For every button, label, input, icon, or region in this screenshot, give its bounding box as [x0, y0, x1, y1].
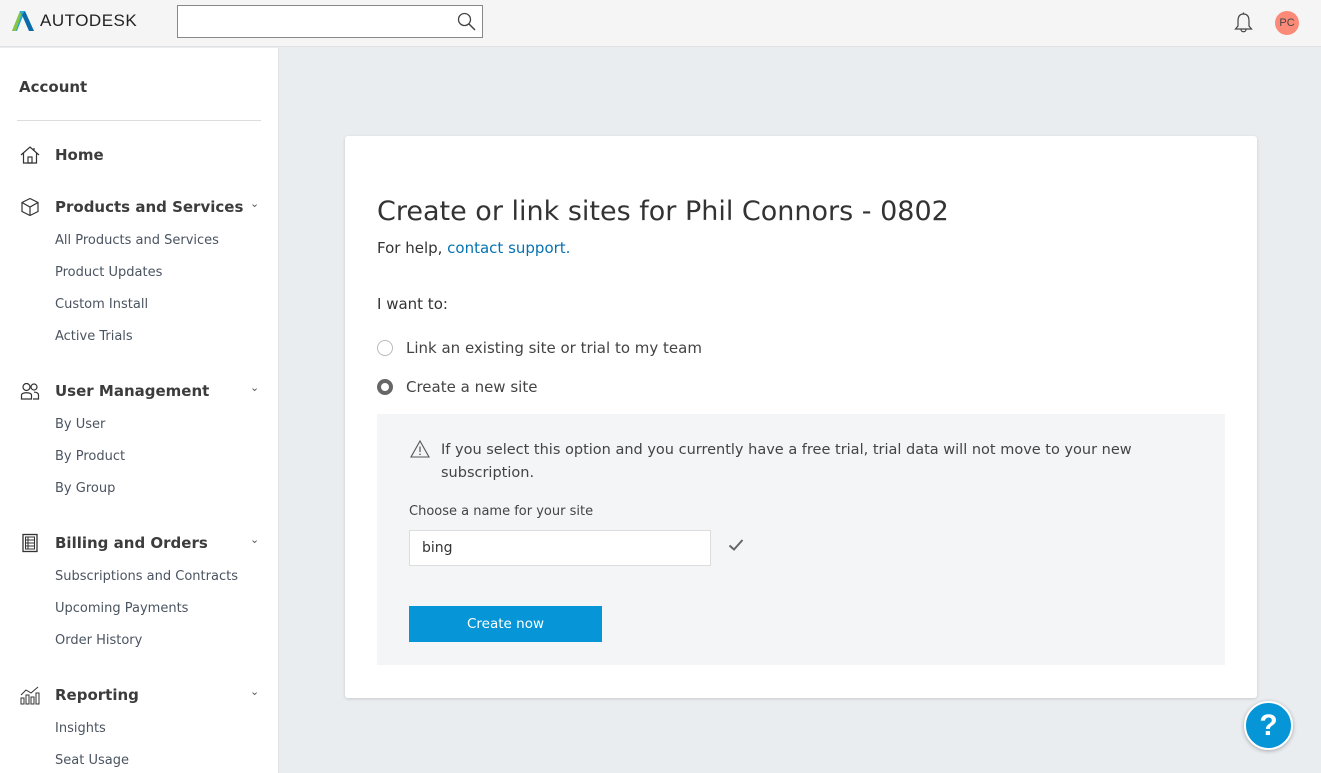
reporting-icon	[20, 686, 40, 705]
search-icon[interactable]	[457, 12, 476, 31]
home-icon	[20, 146, 40, 164]
chevron-down-icon[interactable]: ⌄	[250, 685, 259, 698]
user-avatar[interactable]: PC	[1275, 11, 1299, 35]
sidebar-item-products-and-services[interactable]: Products and Services ⌄	[0, 194, 279, 220]
sidebar-subitem-order-history[interactable]: Order History	[55, 633, 142, 648]
sidebar-item-billing-and-orders[interactable]: Billing and Orders ⌄	[0, 530, 279, 556]
help-text: For help, contact support.	[377, 239, 570, 257]
sidebar-subitem-custom-install[interactable]: Custom Install	[55, 297, 148, 312]
box-icon	[21, 197, 39, 217]
sidebar-subitem-subscriptions[interactable]: Subscriptions and Contracts	[55, 569, 238, 584]
warning-icon	[410, 439, 430, 458]
radio-link-existing[interactable]	[377, 340, 393, 356]
option-create-new[interactable]: Create a new site	[377, 378, 537, 396]
site-name-input[interactable]	[410, 531, 710, 565]
create-site-card: Create or link sites for Phil Connors - …	[345, 136, 1257, 698]
site-name-field[interactable]	[409, 530, 711, 566]
top-bar: AUTODESK PC	[0, 0, 1321, 47]
create-now-button[interactable]: Create now	[409, 606, 602, 642]
chevron-down-icon[interactable]: ⌄	[250, 381, 259, 394]
sidebar-item-user-management[interactable]: User Management ⌄	[0, 378, 279, 404]
warning-text: If you select this option and you curren…	[441, 442, 1132, 481]
radio-create-new[interactable]	[377, 379, 393, 395]
sidebar-item-home[interactable]: Home	[0, 142, 279, 168]
sidebar-item-label: Reporting	[55, 686, 139, 704]
sidebar-item-label: Home	[55, 146, 104, 164]
option-label: Link an existing site or trial to my tea…	[406, 339, 702, 357]
chevron-down-icon[interactable]: ⌄	[250, 533, 259, 546]
sidebar-subitem-by-group[interactable]: By Group	[55, 481, 115, 496]
trial-warning: If you select this option and you curren…	[409, 439, 1201, 485]
sidebar-subitem-upcoming-payments[interactable]: Upcoming Payments	[55, 601, 188, 616]
sidebar-subitem-all-products[interactable]: All Products and Services	[55, 233, 219, 248]
sidebar-item-label: User Management	[55, 382, 210, 400]
sidebar-subitem-insights[interactable]: Insights	[55, 721, 106, 736]
sidebar-title: Account	[19, 78, 88, 96]
sidebar-subitem-active-trials[interactable]: Active Trials	[55, 329, 133, 344]
brand-name: AUTODESK	[40, 11, 138, 30]
billing-icon	[22, 533, 38, 553]
help-button[interactable]: ?	[1244, 701, 1293, 750]
search-input[interactable]	[178, 6, 448, 37]
options-prompt: I want to:	[377, 295, 448, 313]
chevron-down-icon[interactable]: ⌄	[250, 197, 259, 210]
sidebar-subitem-by-product[interactable]: By Product	[55, 449, 125, 464]
sidebar-item-label: Billing and Orders	[55, 534, 208, 552]
help-prefix: For help,	[377, 239, 448, 257]
page-title: Create or link sites for Phil Connors - …	[377, 196, 949, 227]
checkmark-icon	[728, 539, 744, 551]
sidebar: Account Home Products and Services ⌄ All…	[0, 48, 279, 773]
option-label: Create a new site	[406, 378, 538, 396]
sidebar-item-reporting[interactable]: Reporting ⌄	[0, 682, 279, 708]
contact-support-link[interactable]: contact support.	[447, 239, 570, 257]
users-icon	[20, 382, 40, 400]
notifications-bell-icon[interactable]	[1233, 12, 1254, 34]
create-site-panel: If you select this option and you curren…	[377, 414, 1225, 665]
autodesk-logo[interactable]: AUTODESK	[12, 11, 137, 31]
option-link-existing[interactable]: Link an existing site or trial to my tea…	[377, 339, 702, 357]
sidebar-subitem-by-user[interactable]: By User	[55, 417, 105, 432]
sidebar-divider	[17, 120, 261, 121]
search-box[interactable]	[177, 5, 483, 38]
autodesk-logo-icon	[12, 11, 34, 31]
sidebar-subitem-product-updates[interactable]: Product Updates	[55, 265, 162, 280]
sidebar-item-label: Products and Services	[55, 198, 244, 216]
site-name-label: Choose a name for your site	[409, 504, 594, 519]
sidebar-subitem-seat-usage[interactable]: Seat Usage	[55, 753, 129, 768]
